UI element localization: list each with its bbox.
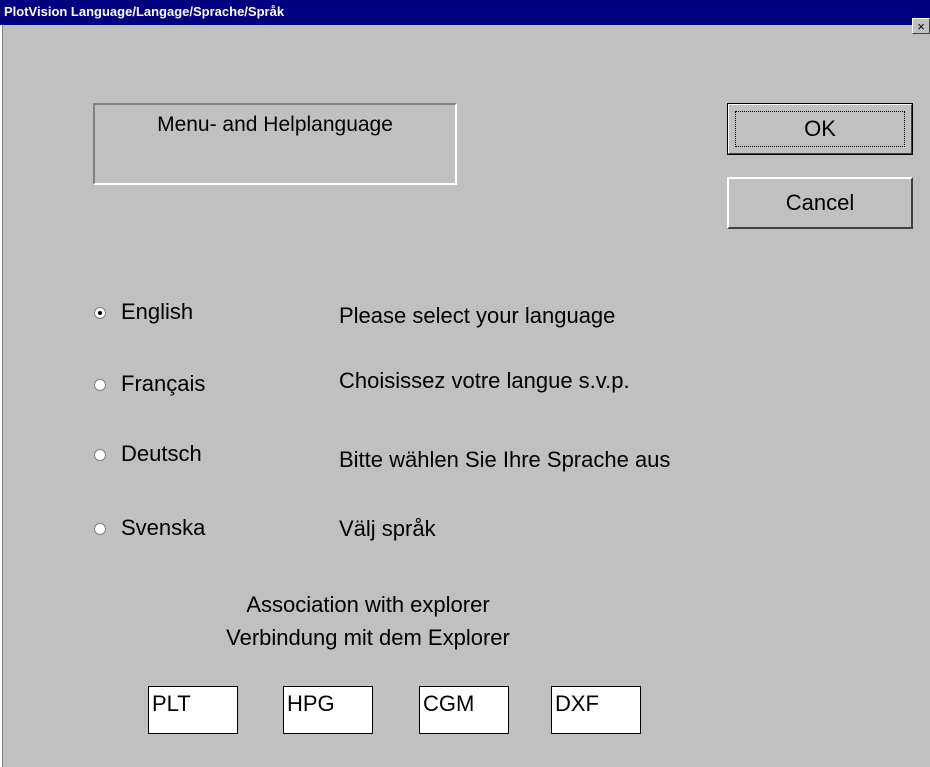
- extension-dxf-field[interactable]: DXF: [551, 686, 641, 734]
- title-bar[interactable]: PlotVision Language/Langage/Sprache/Språ…: [0, 0, 930, 25]
- prompt-english: Please select your language: [339, 303, 616, 328]
- radio-button-checked[interactable]: [94, 307, 106, 319]
- focus-rect: [735, 111, 905, 147]
- radio-label-svenska[interactable]: Svenska: [121, 515, 205, 541]
- extension-plt-field[interactable]: PLT: [148, 686, 238, 734]
- window-title: PlotVision Language/Langage/Sprache/Språ…: [4, 4, 285, 19]
- extension-hpg-field[interactable]: HPG: [283, 686, 373, 734]
- radio-label-english[interactable]: English: [121, 299, 193, 325]
- prompt-svenska: Välj språk: [339, 516, 436, 541]
- cancel-button-label: Cancel: [785, 190, 855, 215]
- dialog-left-edge: [0, 25, 3, 767]
- close-button[interactable]: ×: [912, 18, 930, 34]
- association-title: Association with explorer: [246, 592, 490, 617]
- radio-button[interactable]: [94, 379, 106, 391]
- radio-button[interactable]: [94, 449, 106, 461]
- prompt-deutsch: Bitte wählen Sie Ihre Sprache aus: [339, 447, 671, 472]
- group-label: Menu- and Helplanguage: [157, 113, 393, 136]
- association-subtitle: Verbindung mit dem Explorer: [226, 625, 510, 650]
- radio-label-deutsch[interactable]: Deutsch: [121, 441, 202, 467]
- radio-button[interactable]: [94, 523, 106, 535]
- extension-cgm-field[interactable]: CGM: [419, 686, 509, 734]
- prompt-francais: Choisissez votre langue s.v.p.: [339, 368, 630, 393]
- radio-label-francais[interactable]: Français: [121, 371, 205, 397]
- ok-button[interactable]: OK: [727, 103, 913, 155]
- help-language-group: Menu- and Helplanguage: [93, 103, 457, 185]
- cancel-button[interactable]: Cancel: [727, 177, 913, 229]
